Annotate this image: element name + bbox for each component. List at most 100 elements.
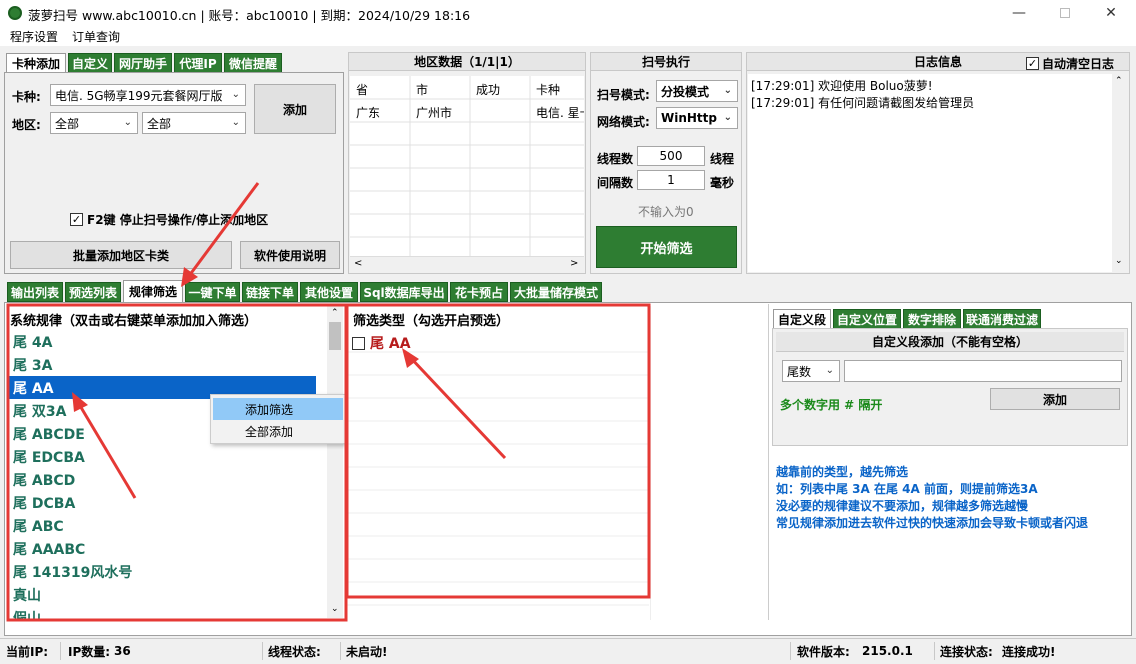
filter-grid-lines bbox=[347, 351, 649, 606]
menu-program-settings[interactable]: 程序设置 bbox=[10, 28, 58, 45]
interval-input[interactable]: 1 bbox=[637, 170, 705, 190]
tab-hall-helper[interactable]: 网厅助手 bbox=[114, 53, 172, 73]
rule-item[interactable]: 尾 ABCD bbox=[8, 468, 316, 491]
segment-input[interactable] bbox=[844, 360, 1122, 382]
region-data-title: 地区数据（1/1|1） bbox=[349, 53, 585, 71]
scroll-down-icon[interactable]: ⌄ bbox=[331, 604, 339, 614]
minimize-icon[interactable]: — bbox=[996, 0, 1042, 26]
rule-item[interactable]: 尾 EDCBA bbox=[8, 445, 316, 468]
grid-cell-city: 广州市 bbox=[416, 106, 453, 120]
ctx-add-all[interactable]: 全部添加 bbox=[213, 420, 343, 442]
ctx-add-filter[interactable]: 添加筛选 bbox=[213, 398, 343, 420]
filter-header: 筛选类型（勾选开启预选） bbox=[353, 314, 510, 329]
status-thread-label: 线程状态: bbox=[268, 644, 321, 659]
tab-unicom-filter[interactable]: 联通消费过滤 bbox=[963, 309, 1041, 329]
scroll-thumb[interactable] bbox=[329, 322, 341, 350]
tab-bulk-storage[interactable]: 大批量储存模式 bbox=[510, 282, 602, 302]
region-hscrollbar[interactable]: < > bbox=[350, 256, 584, 272]
province-value: 全部 bbox=[55, 116, 80, 131]
rule-item[interactable]: 尾 ABC bbox=[8, 514, 316, 537]
tab-flower-card[interactable]: 花卡预占 bbox=[450, 282, 508, 302]
rule-item[interactable]: 尾 141319风水号 bbox=[8, 560, 316, 583]
status-ip-label: 当前IP: bbox=[6, 644, 49, 659]
network-mode-label: 网络模式: bbox=[597, 115, 650, 129]
status-version: 215.0.1 bbox=[862, 644, 913, 658]
segment-add-button[interactable]: 添加 bbox=[990, 388, 1120, 410]
city-select[interactable]: 全部 ⌄ bbox=[142, 112, 246, 134]
card-label: 卡种: bbox=[12, 90, 41, 104]
app-logo-icon bbox=[8, 6, 22, 20]
maximize-icon[interactable] bbox=[1042, 0, 1088, 26]
rule-item[interactable]: 尾 DCBA bbox=[8, 491, 316, 514]
tab-rule-filter[interactable]: 规律筛选 bbox=[123, 280, 183, 302]
interval-label: 间隔数 bbox=[597, 176, 634, 190]
scroll-left-icon[interactable]: < bbox=[354, 258, 362, 269]
chevron-down-icon: ⌄ bbox=[123, 117, 132, 128]
scroll-up-icon[interactable]: ⌃ bbox=[331, 308, 339, 318]
tab-custom-segment[interactable]: 自定义段 bbox=[773, 309, 831, 329]
rule-item[interactable]: 尾 AAABC bbox=[8, 537, 316, 560]
chevron-down-icon: ⌄ bbox=[231, 89, 240, 100]
log-textarea[interactable]: [17:29:01] 欢迎使用 Boluo菠萝! [17:29:01] 有任何问… bbox=[748, 74, 1112, 272]
card-type-select[interactable]: 电信. 5G畅享199元套餐网厅版 ⌄ bbox=[50, 84, 246, 106]
add-button[interactable]: 添加 bbox=[254, 84, 336, 134]
threads-input[interactable]: 500 bbox=[637, 146, 705, 166]
province-select[interactable]: 全部 ⌄ bbox=[50, 112, 138, 134]
log-scrollbar[interactable]: ⌃ ⌄ bbox=[1112, 74, 1128, 272]
start-filter-button[interactable]: 开始筛选 bbox=[596, 226, 737, 268]
city-value: 全部 bbox=[147, 116, 172, 131]
tab-other-settings[interactable]: 其他设置 bbox=[300, 282, 358, 302]
manual-button[interactable]: 软件使用说明 bbox=[240, 241, 340, 269]
checkbox-checked-icon: ✓ bbox=[70, 213, 83, 226]
tab-number-exclude[interactable]: 数字排除 bbox=[903, 309, 961, 329]
filter-item[interactable]: 尾 AA bbox=[352, 333, 411, 353]
chevron-down-icon: ⌄ bbox=[723, 85, 732, 96]
scan-mode-value: 分投模式 bbox=[661, 84, 710, 99]
network-mode-select[interactable]: WinHttp ⌄ bbox=[656, 107, 738, 129]
f2-stop-checkbox[interactable]: ✓ F2键 停止扫号操作/停止添加地区 bbox=[70, 211, 268, 228]
batch-add-button[interactable]: 批量添加地区卡类 bbox=[10, 241, 232, 269]
menu-order-query[interactable]: 订单查询 bbox=[72, 28, 120, 45]
status-version-label: 软件版本: bbox=[797, 644, 850, 659]
tab-custom[interactable]: 自定义 bbox=[68, 53, 112, 73]
interval-unit: 毫秒 bbox=[710, 176, 735, 190]
tab-custom-position[interactable]: 自定义位置 bbox=[833, 309, 901, 329]
grid-header-success: 成功 bbox=[476, 83, 501, 97]
status-conn-value: 连接成功! bbox=[1002, 644, 1056, 659]
tab-sql-export[interactable]: Sql数据库导出 bbox=[360, 282, 448, 302]
status-ip-count: 36 bbox=[114, 644, 131, 658]
scroll-down-icon[interactable]: ⌄ bbox=[1115, 256, 1123, 266]
segment-type-select[interactable]: 尾数 ⌄ bbox=[782, 360, 840, 382]
info-line: 越靠前的类型，越先筛选 bbox=[776, 465, 909, 479]
scroll-up-icon[interactable]: ⌃ bbox=[1115, 76, 1123, 86]
tab-preselect-list[interactable]: 预选列表 bbox=[65, 282, 121, 302]
tab-one-click-order[interactable]: 一键下单 bbox=[185, 282, 240, 302]
tab-proxy-ip[interactable]: 代理IP bbox=[174, 53, 222, 73]
rule-item[interactable]: 假山 bbox=[8, 606, 316, 621]
autoclear-checkbox[interactable]: ✓ 自动清空日志 bbox=[1026, 55, 1114, 72]
region-grid[interactable]: 省 市 成功 卡种 广东 广州市 电信. 星卡 bbox=[350, 76, 584, 256]
close-icon[interactable]: ✕ bbox=[1088, 0, 1134, 26]
log-line: [17:29:01] 欢迎使用 Boluo菠萝! bbox=[751, 79, 933, 93]
tab-wechat-alert[interactable]: 微信提醒 bbox=[224, 53, 282, 73]
f2-stop-label: F2键 停止扫号操作/停止添加地区 bbox=[87, 213, 269, 227]
filter-types-list[interactable]: 筛选类型（勾选开启预选） 尾 AA bbox=[347, 306, 649, 620]
log-line: [17:29:01] 有任何问题请截图发给管理员 bbox=[751, 96, 975, 110]
rule-item[interactable]: 尾 4A bbox=[8, 330, 316, 353]
scan-title: 扫号执行 bbox=[591, 53, 741, 71]
rule-item[interactable]: 真山 bbox=[8, 583, 316, 606]
menu-bar bbox=[0, 26, 1136, 46]
grid-lines bbox=[350, 76, 584, 256]
scan-mode-label: 扫号模式: bbox=[597, 88, 650, 102]
rule-item[interactable]: 尾 3A bbox=[8, 353, 316, 376]
tab-card-add[interactable]: 卡种添加 bbox=[6, 53, 66, 73]
scroll-right-icon[interactable]: > bbox=[570, 258, 578, 269]
system-rules-list[interactable]: 尾 4A 尾 3A 尾 AA 尾 双3A 尾 ABCDE 尾 EDCBA 尾 ABCD 尾 D… bbox=[8, 330, 316, 620]
rules-scrollbar[interactable]: ⌃ ⌄ bbox=[327, 306, 343, 618]
checkbox-checked-icon: ✓ bbox=[1026, 57, 1039, 70]
threads-label: 线程数 bbox=[597, 152, 634, 166]
checkbox-unchecked-icon[interactable] bbox=[352, 336, 365, 350]
scan-mode-select[interactable]: 分投模式 ⌄ bbox=[656, 80, 738, 102]
tab-link-order[interactable]: 链接下单 bbox=[242, 282, 298, 302]
tab-output-list[interactable]: 输出列表 bbox=[7, 282, 63, 302]
